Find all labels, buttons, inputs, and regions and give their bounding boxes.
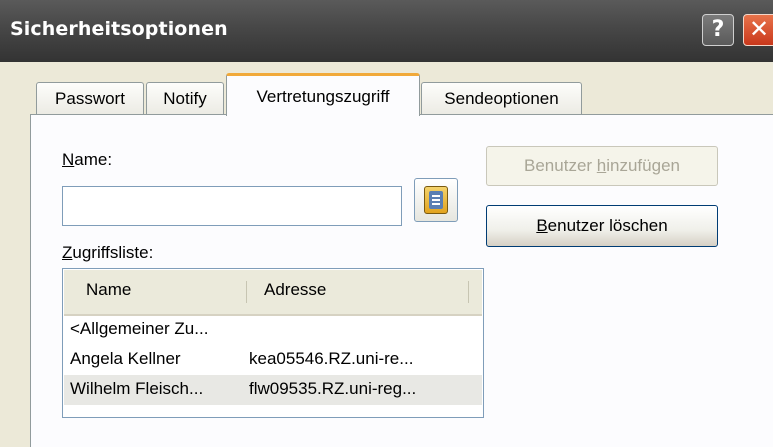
tab-send-options[interactable]: Sendeoptionen — [421, 82, 582, 114]
delete-user-label-mnemonic: B — [536, 216, 548, 235]
title-bar[interactable]: Sicherheitsoptionen ? ✕ — [0, 0, 773, 62]
column-divider[interactable] — [246, 281, 247, 303]
help-icon: ? — [711, 17, 725, 42]
tab-label: Sendeoptionen — [444, 89, 559, 108]
add-user-label-pre: Benutzer — [524, 156, 597, 175]
tab-label: Passwort — [55, 89, 125, 108]
tab-password[interactable]: Passwort — [36, 82, 144, 114]
access-list-label-text: ugriffsliste: — [72, 243, 154, 262]
address-book-icon — [424, 186, 448, 214]
address-book-button[interactable] — [414, 178, 458, 222]
close-icon: ✕ — [749, 15, 770, 43]
list-item[interactable]: <Allgemeiner Zu... — [64, 315, 482, 345]
list-item[interactable]: Angela Kellner kea05546.RZ.uni-re... — [64, 345, 482, 375]
tab-label: Notify — [163, 89, 207, 108]
column-header-address[interactable]: Adresse — [264, 280, 326, 300]
list-item-name: Angela Kellner — [70, 349, 181, 368]
close-button[interactable]: ✕ — [743, 14, 773, 46]
add-user-label-mnemonic: h — [596, 156, 607, 175]
delete-user-label-post: enutzer löschen — [547, 216, 668, 235]
window-title: Sicherheitsoptionen — [10, 18, 228, 40]
column-header-name[interactable]: Name — [86, 280, 131, 300]
security-options-dialog: Sicherheitsoptionen ? ✕ Passwort Notify … — [0, 0, 773, 447]
name-label: Name: — [62, 150, 112, 170]
access-list-label: Zugriffsliste: — [62, 243, 153, 263]
tab-label: Vertretungszugriff — [256, 87, 390, 106]
list-item-address: kea05546.RZ.uni-re... — [249, 349, 414, 368]
column-divider[interactable] — [468, 281, 469, 303]
add-user-label-post: inzufügen — [606, 156, 680, 175]
list-item-name: <Allgemeiner Zu... — [70, 319, 209, 338]
access-list-label-mnemonic: Z — [62, 243, 73, 262]
list-item-selected[interactable]: Wilhelm Fleisch... flw09535.RZ.uni-reg..… — [64, 375, 482, 405]
add-user-button[interactable]: Benutzer hinzufügen — [486, 146, 718, 186]
help-button[interactable]: ? — [702, 14, 734, 46]
name-label-text: ame: — [74, 150, 113, 169]
access-list[interactable]: Name Adresse <Allgemeiner Zu... Angela K… — [62, 268, 484, 418]
name-input[interactable] — [62, 186, 402, 226]
list-header: Name Adresse — [64, 270, 482, 316]
tab-notify[interactable]: Notify — [146, 82, 224, 114]
list-item-name: Wilhelm Fleisch... — [70, 379, 204, 398]
list-item-address: flw09535.RZ.uni-reg... — [249, 379, 417, 398]
delete-user-button[interactable]: Benutzer löschen — [486, 205, 718, 247]
name-label-mnemonic: N — [62, 150, 75, 169]
tab-delegate-access[interactable]: Vertretungszugriff — [226, 73, 420, 116]
